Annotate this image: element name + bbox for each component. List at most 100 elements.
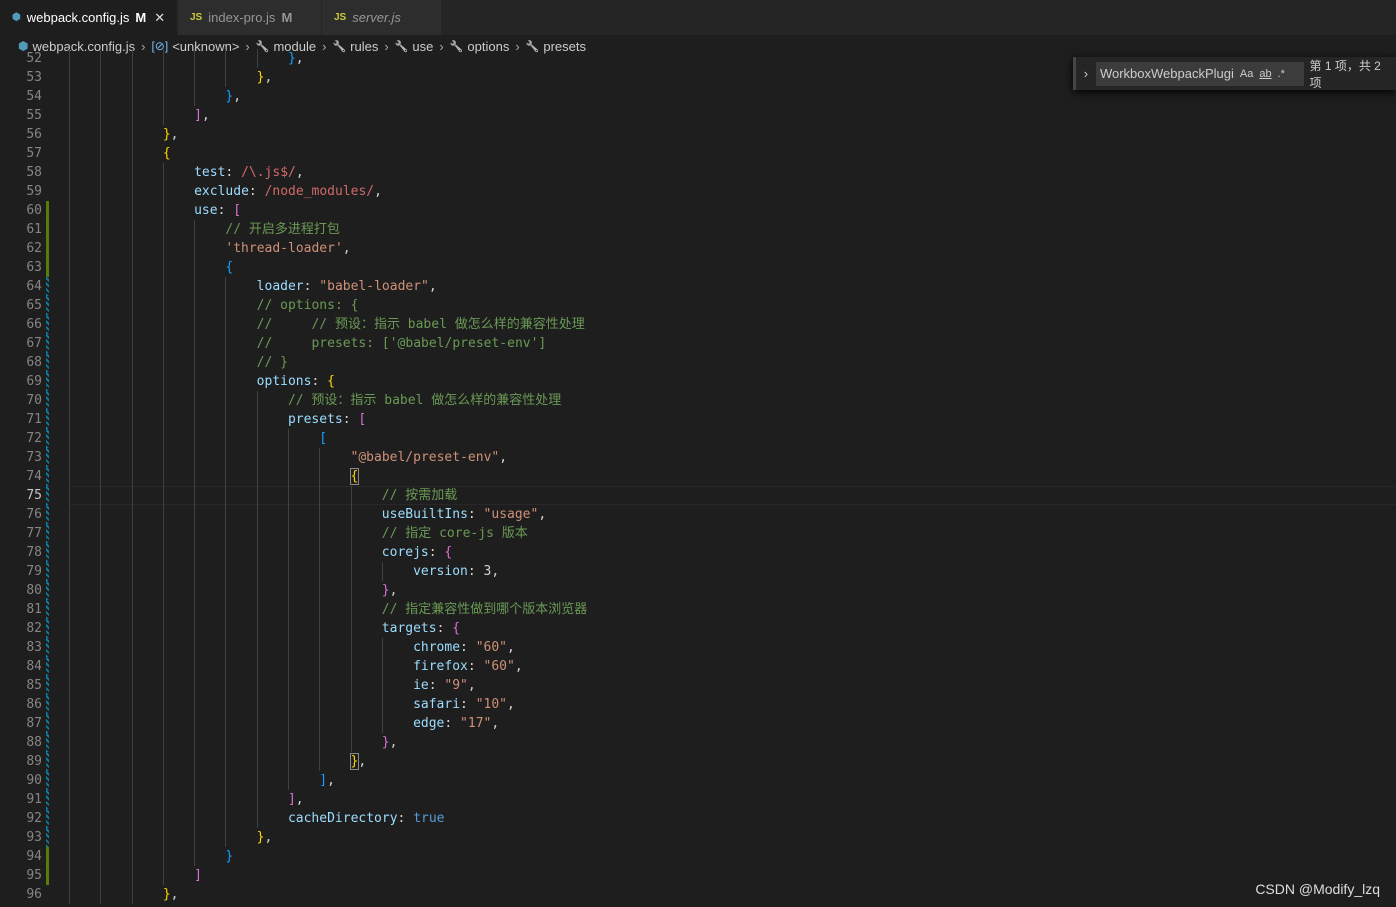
indent-guide bbox=[100, 182, 102, 201]
code-token: } bbox=[381, 735, 390, 750]
modified-line-marker[interactable] bbox=[46, 581, 49, 600]
close-icon[interactable]: ✕ bbox=[154, 10, 165, 26]
modified-line-marker[interactable] bbox=[46, 771, 49, 790]
indent-guide bbox=[69, 334, 70, 353]
code-token: : bbox=[467, 659, 484, 674]
modified-line-marker[interactable] bbox=[46, 429, 49, 448]
indent-guide bbox=[100, 429, 102, 448]
code-token: : bbox=[467, 564, 484, 579]
added-line-marker[interactable] bbox=[46, 258, 49, 277]
indent-guide bbox=[69, 163, 70, 182]
indent-guide bbox=[194, 391, 196, 410]
indent-guide bbox=[100, 372, 102, 391]
modified-line-marker[interactable] bbox=[46, 828, 49, 847]
modified-line-marker[interactable] bbox=[46, 315, 49, 334]
modified-line-marker[interactable] bbox=[46, 448, 49, 467]
modified-line-marker[interactable] bbox=[46, 657, 49, 676]
modified-line-marker[interactable] bbox=[46, 752, 49, 771]
indent-guide bbox=[256, 676, 258, 695]
code-token: , bbox=[499, 450, 508, 465]
code-editor[interactable]: 52}, 53}, 54}, 55], 56}, 57{58 test: /\.js$/, 5… bbox=[0, 49, 1396, 907]
line-number: 59 bbox=[26, 184, 42, 199]
added-line-marker[interactable] bbox=[46, 866, 49, 885]
code-token: presets bbox=[287, 412, 343, 427]
modified-line-marker[interactable] bbox=[46, 486, 49, 505]
indent-guide bbox=[69, 296, 70, 315]
modified-line-marker[interactable] bbox=[46, 296, 49, 315]
modified-line-marker[interactable] bbox=[46, 638, 49, 657]
code-token: useBuiltIns bbox=[381, 507, 468, 522]
modified-line-marker[interactable] bbox=[46, 543, 49, 562]
code-text: }, bbox=[257, 828, 273, 847]
line-number: 71 bbox=[26, 412, 42, 427]
code-token: , bbox=[491, 716, 500, 731]
code-text: ie: "9", bbox=[413, 676, 476, 695]
indent-guide bbox=[319, 562, 321, 581]
added-line-marker[interactable] bbox=[46, 201, 49, 220]
tab-index-pro-js[interactable]: JS index-pro.js M bbox=[178, 0, 322, 35]
indent-guide bbox=[131, 201, 133, 220]
modified-line-marker[interactable] bbox=[46, 714, 49, 733]
toggle-replace-chevron-icon[interactable]: › bbox=[1076, 66, 1096, 81]
modified-line-marker[interactable] bbox=[46, 410, 49, 429]
code-token: // 指定兼容性做到哪个版本浏览器 bbox=[381, 602, 588, 617]
indent-guide bbox=[194, 68, 196, 87]
tab-server-js[interactable]: JS server.js bbox=[322, 0, 442, 35]
regex-icon[interactable]: .* bbox=[1278, 68, 1285, 80]
code-token: 'thread-loader' bbox=[225, 241, 343, 256]
code-line: 62 'thread-loader', bbox=[0, 239, 1396, 258]
watermark: CSDN @Modify_lzq bbox=[1255, 881, 1380, 897]
code-text: ], bbox=[288, 790, 304, 809]
code-token: // 按需加载 bbox=[381, 488, 458, 503]
code-line: 85 ie: "9", bbox=[0, 676, 1396, 695]
indent-guide bbox=[225, 543, 227, 562]
added-line-marker[interactable] bbox=[46, 220, 49, 239]
modified-line-marker[interactable] bbox=[46, 733, 49, 752]
match-whole-word-icon[interactable]: ab bbox=[1259, 68, 1271, 80]
modified-line-marker[interactable] bbox=[46, 372, 49, 391]
indent-guide bbox=[381, 657, 383, 676]
indent-guide bbox=[194, 543, 196, 562]
modified-line-marker[interactable] bbox=[46, 467, 49, 486]
find-input[interactable]: WorkboxWebpackPlugi Aa ab .* bbox=[1095, 61, 1304, 86]
modified-line-marker[interactable] bbox=[46, 334, 49, 353]
modified-line-marker[interactable] bbox=[46, 695, 49, 714]
indent-guide bbox=[100, 752, 102, 771]
code-text: // 指定兼容性做到哪个版本浏览器 bbox=[382, 600, 587, 619]
indent-guide bbox=[162, 315, 164, 334]
indent-guide bbox=[100, 619, 102, 638]
modified-line-marker[interactable] bbox=[46, 600, 49, 619]
indent-guide bbox=[225, 49, 227, 68]
indent-guide bbox=[69, 144, 70, 163]
code-token: loader bbox=[256, 279, 304, 294]
indent-guide bbox=[162, 258, 164, 277]
tab-webpack-config-js[interactable]: ⬢ webpack.config.js M ✕ bbox=[0, 0, 178, 35]
code-line: 84 firefox: "60", bbox=[0, 657, 1396, 676]
line-number: 66 bbox=[26, 317, 42, 332]
modified-line-marker[interactable] bbox=[46, 619, 49, 638]
code-token: , bbox=[374, 184, 382, 199]
added-line-marker[interactable] bbox=[46, 847, 49, 866]
match-case-icon[interactable]: Aa bbox=[1240, 68, 1253, 80]
indent-guide bbox=[287, 600, 289, 619]
modified-line-marker[interactable] bbox=[46, 524, 49, 543]
modified-line-marker[interactable] bbox=[46, 809, 49, 828]
modified-line-marker[interactable] bbox=[46, 505, 49, 524]
indent-guide bbox=[162, 714, 164, 733]
modified-line-marker[interactable] bbox=[46, 391, 49, 410]
code-token: : bbox=[397, 811, 414, 826]
indent-guide bbox=[162, 562, 164, 581]
modified-line-marker[interactable] bbox=[46, 562, 49, 581]
indent-guide bbox=[131, 144, 133, 163]
indent-guide bbox=[194, 429, 196, 448]
indent-guide bbox=[194, 87, 196, 106]
modified-line-marker[interactable] bbox=[46, 353, 49, 372]
code-text: // options: { bbox=[257, 296, 359, 315]
indent-guide bbox=[100, 68, 102, 87]
modified-line-marker[interactable] bbox=[46, 277, 49, 296]
modified-line-marker[interactable] bbox=[46, 790, 49, 809]
added-line-marker[interactable] bbox=[46, 239, 49, 258]
line-number: 91 bbox=[26, 792, 42, 807]
modified-line-marker[interactable] bbox=[46, 676, 49, 695]
code-line: 81 // 指定兼容性做到哪个版本浏览器 bbox=[0, 600, 1396, 619]
